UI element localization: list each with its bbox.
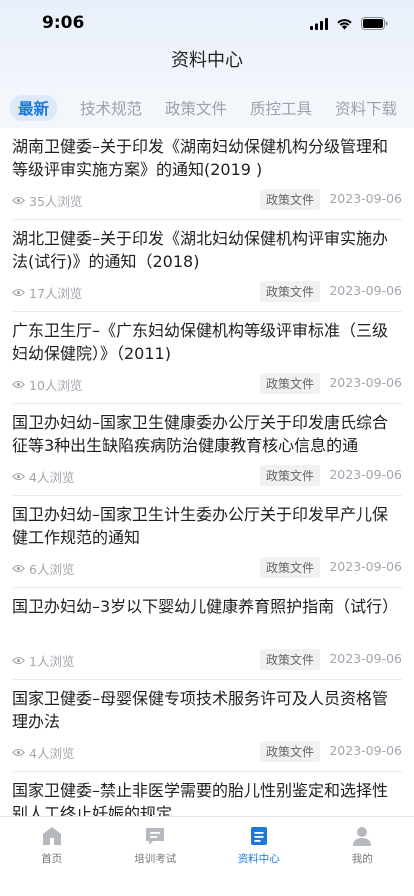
eye-icon [12,289,25,296]
document-center-icon [250,827,267,845]
list-item[interactable]: 广东卫生厅–《广东妇幼保健机构等级评审标准（三级妇幼保健院）》（2011) 10… [12,312,402,404]
tab-policy-documents[interactable]: 政策文件 [165,97,227,119]
item-title: 国卫办妇幼–国家卫生计生委办公厅关于印发早产儿保健工作规范的通知 [12,505,389,547]
tabbar-item-document-center[interactable]: 资料中心 [207,817,311,896]
cellular-signal-icon [310,15,328,34]
list-item[interactable]: 湖北卫健委–关于印发《湖北妇幼保健机构评审实施办法(试行)》的通知（2018) … [12,220,402,312]
publish-date: 2023-09-06 [329,283,402,298]
category-badge: 政策文件 [260,281,321,302]
item-meta: 35人浏览 政策文件 2023-09-06 [12,189,402,210]
item-title: 国卫办妇幼–3岁以下婴幼儿健康养育照护指南（试行） [12,597,399,616]
status-icons [310,15,388,34]
eye-icon [12,197,25,204]
publish-date: 2023-09-06 [329,375,402,390]
status-time: 9:06 [42,13,85,33]
tab-quality-control-tools[interactable]: 质控工具 [250,97,312,119]
tabbar-label: 首页 [41,853,63,865]
tab-downloads[interactable]: 资料下载 [335,97,397,119]
view-count: 4人浏览 [12,467,74,486]
view-count: 4人浏览 [12,743,74,762]
publish-date: 2023-09-06 [329,559,402,574]
view-count: 6人浏览 [12,559,74,578]
training-exam-icon [146,828,165,845]
bottom-tab-bar: 首页 培训考试 资料中心 我的 [0,816,414,896]
view-count: 35人浏览 [12,191,82,210]
category-badge: 政策文件 [260,465,321,486]
view-count-label: 1人浏览 [29,654,75,669]
view-count: 10人浏览 [12,375,82,394]
profile-icon [353,827,372,846]
eye-icon [12,657,25,664]
eye-icon [12,565,25,572]
view-count-label: 4人浏览 [29,470,75,485]
tabbar-item-home[interactable]: 首页 [0,817,104,896]
category-badge: 政策文件 [260,741,321,762]
view-count: 17人浏览 [12,283,82,302]
item-meta: 1人浏览 政策文件 2023-09-06 [12,649,402,670]
home-icon [42,827,61,845]
item-meta: 4人浏览 政策文件 2023-09-06 [12,741,402,762]
tab-latest[interactable]: 最新 [10,95,58,121]
item-title: 湖南卫健委–关于印发《湖南妇幼保健机构分级管理和等级评审实施方案》的通知(201… [12,137,389,179]
category-badge: 政策文件 [260,373,321,394]
list-item[interactable]: 国卫办妇幼–国家卫生健康委办公厅关于印发唐氏综合征等3种出生缺陷疾病防治健康教育… [12,404,402,496]
battery-icon [361,15,388,34]
item-meta: 4人浏览 政策文件 2023-09-06 [12,465,402,486]
status-bar: 9:06 [0,0,414,46]
list-item[interactable]: 国家卫健委–母婴保健专项技术服务许可及人员资格管理办法 4人浏览 政策文件 20… [12,680,402,772]
eye-icon [12,381,25,388]
item-meta: 17人浏览 政策文件 2023-09-06 [12,281,402,302]
item-meta: 10人浏览 政策文件 2023-09-06 [12,373,402,394]
item-meta: 6人浏览 政策文件 2023-09-06 [12,557,402,578]
tabbar-label: 培训考试 [134,853,177,865]
category-badge: 政策文件 [260,649,321,670]
tabbar-label: 资料中心 [237,853,280,865]
list-item[interactable]: 国卫办妇幼–3岁以下婴幼儿健康养育照护指南（试行） 1人浏览 政策文件 2023… [12,588,402,680]
category-tabs: 最新 技术规范 政策文件 质控工具 资料下载 [0,88,414,128]
category-badge: 政策文件 [260,189,321,210]
tab-technical-specs[interactable]: 技术规范 [80,97,142,119]
page-title: 资料中心 [171,50,243,71]
item-title: 湖北卫健委–关于印发《湖北妇幼保健机构评审实施办法(试行)》的通知（2018) [12,229,389,271]
list-item[interactable]: 湖南卫健委–关于印发《湖南妇幼保健机构分级管理和等级评审实施方案》的通知(201… [12,128,402,220]
view-count-label: 6人浏览 [29,562,75,577]
publish-date: 2023-09-06 [329,191,402,206]
list-item[interactable]: 国卫办妇幼–国家卫生计生委办公厅关于印发早产儿保健工作规范的通知 6人浏览 政策… [12,496,402,588]
view-count-label: 4人浏览 [29,746,75,761]
category-badge: 政策文件 [260,557,321,578]
list-item[interactable]: 国家卫健委–禁止非医学需要的胎儿性别鉴定和选择性别人工终止妊娠的规定 [12,772,402,816]
item-title: 广东卫生厅–《广东妇幼保健机构等级评审标准（三级妇幼保健院）》（2011) [12,321,389,363]
view-count-label: 10人浏览 [29,378,83,393]
item-title: 国家卫健委–禁止非医学需要的胎儿性别鉴定和选择性别人工终止妊娠的规定 [12,781,389,816]
tabbar-label: 我的 [351,853,373,865]
tabbar-item-profile[interactable]: 我的 [311,817,414,896]
view-count: 1人浏览 [12,651,74,670]
eye-icon [12,749,25,756]
wifi-icon [336,15,353,34]
publish-date: 2023-09-06 [329,467,402,482]
view-count-label: 17人浏览 [29,286,83,301]
publish-date: 2023-09-06 [329,743,402,758]
item-title: 国家卫健委–母婴保健专项技术服务许可及人员资格管理办法 [12,689,389,731]
document-list: 湖南卫健委–关于印发《湖南妇幼保健机构分级管理和等级评审实施方案》的通知(201… [0,128,414,816]
tabbar-item-training[interactable]: 培训考试 [104,817,208,896]
eye-icon [12,473,25,480]
item-title: 国卫办妇幼–国家卫生健康委办公厅关于印发唐氏综合征等3种出生缺陷疾病防治健康教育… [12,413,389,455]
publish-date: 2023-09-06 [329,651,402,666]
view-count-label: 35人浏览 [29,194,83,209]
